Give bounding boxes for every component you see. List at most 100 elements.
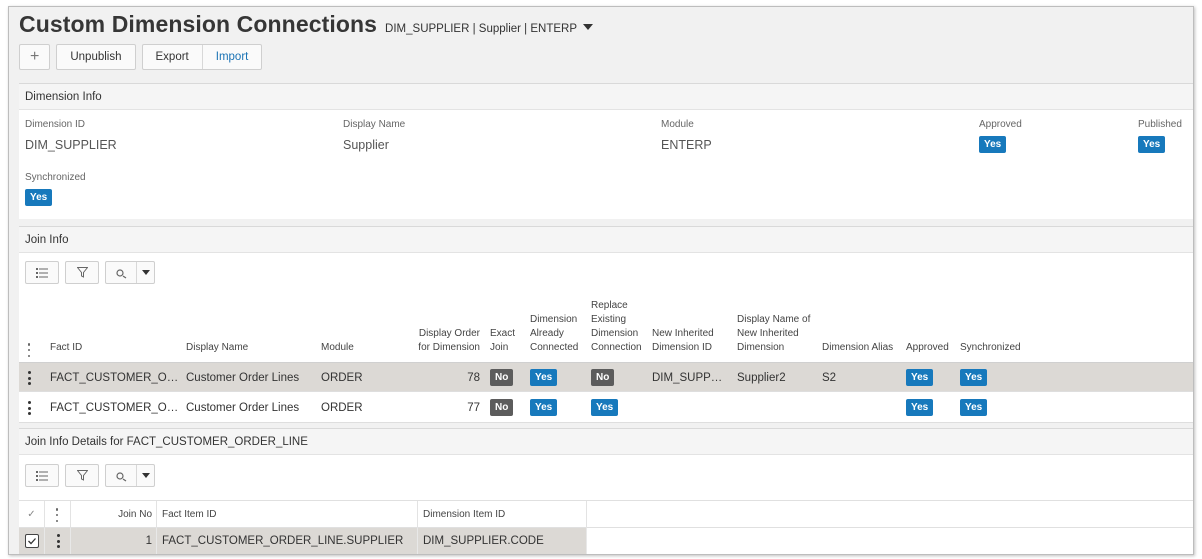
- cell-module: ORDER: [321, 402, 363, 414]
- cell-dim-alias: S2: [822, 372, 837, 384]
- row-menu-icon[interactable]: [27, 371, 31, 385]
- dimension-info-title: Dimension Info: [19, 84, 1193, 110]
- record-selector-label: DIM_SUPPLIER | Supplier | ENTERP: [385, 23, 577, 35]
- replace-badge: Yes: [591, 399, 619, 417]
- page-header: Custom Dimension Connections DIM_SUPPLIE…: [19, 11, 593, 38]
- cell-fact-id: FACT_CUSTOMER_ORDER_LINE: [50, 402, 180, 414]
- dim-connected-badge: Yes: [530, 399, 558, 417]
- module-value: ENTERP: [661, 138, 712, 152]
- col-synchronized[interactable]: Synchronized: [960, 341, 1021, 355]
- col-approved[interactable]: Approved: [906, 341, 949, 355]
- col-replace-line4: Connection: [591, 342, 642, 353]
- table-row[interactable]: 1 FACT_CUSTOMER_ORDER_LINE.SUPPLIER DIM_…: [19, 528, 1193, 554]
- synchronized-badge: Yes: [960, 399, 988, 417]
- col-new-inherited-id[interactable]: New Inherited Dimension ID: [652, 327, 714, 355]
- app-window: Custom Dimension Connections DIM_SUPPLIE…: [8, 6, 1194, 555]
- cell-new-inherited-name: [737, 393, 817, 423]
- cell-replace: No: [591, 363, 615, 393]
- settings-dropdown-button[interactable]: [136, 262, 154, 283]
- cell-display-name: Customer Order Lines: [186, 402, 300, 414]
- col-exact-join-line2: Join: [490, 342, 509, 353]
- display-name-value: Supplier: [343, 138, 389, 152]
- col-fact-item-id[interactable]: Fact Item ID: [157, 501, 418, 529]
- settings-button[interactable]: [106, 262, 136, 283]
- col-menu[interactable]: [45, 501, 71, 529]
- col-exact-join-line1: Exact: [490, 328, 516, 339]
- col-new-inherited-name[interactable]: Display Name of New Inherited Dimension: [737, 313, 810, 355]
- caret-down-icon[interactable]: [583, 24, 593, 30]
- settings-dropdown-button[interactable]: [136, 465, 154, 486]
- col-display-name[interactable]: Display Name: [186, 341, 248, 355]
- column-menu-icon[interactable]: [55, 508, 59, 522]
- col-replace-line3: Dimension: [591, 328, 639, 339]
- col-display-order[interactable]: Display Order for Dimension: [417, 327, 480, 355]
- approved-badge: Yes: [906, 369, 934, 387]
- dimension-id-value: DIM_SUPPLIER: [25, 138, 117, 152]
- published-field: Published Yes: [1138, 119, 1182, 153]
- row-menu-icon[interactable]: [27, 401, 31, 415]
- col-select-all[interactable]: ✓: [19, 501, 45, 529]
- col-fact-id[interactable]: Fact ID: [50, 341, 82, 355]
- exact-join-badge: No: [490, 369, 514, 387]
- list-view-button[interactable]: [25, 261, 59, 284]
- record-selector[interactable]: DIM_SUPPLIER | Supplier | ENTERP: [385, 23, 593, 35]
- row-menu[interactable]: [45, 528, 71, 554]
- filter-button[interactable]: [65, 464, 99, 487]
- filter-button[interactable]: [65, 261, 99, 284]
- list-icon: [36, 470, 48, 481]
- check-icon: [28, 538, 36, 545]
- unpublish-button[interactable]: Unpublish: [57, 45, 134, 69]
- replace-badge: No: [591, 369, 615, 387]
- approved-badge: Yes: [906, 399, 934, 417]
- col-replace-connection[interactable]: Replace Existing Dimension Connection: [591, 299, 642, 355]
- synchronized-field: Synchronized Yes: [25, 172, 86, 206]
- settings-button[interactable]: [106, 465, 136, 486]
- join-details-table-toolbar: [25, 464, 155, 487]
- row-select[interactable]: [19, 528, 45, 554]
- module-field: Module ENTERP: [661, 119, 712, 152]
- join-details-title: Join Info Details for FACT_CUSTOMER_ORDE…: [19, 429, 1193, 455]
- table-row[interactable]: FACT_CUSTOMER_ORDER_LINE Customer Order …: [19, 362, 1193, 392]
- cell-dimension-item-id: DIM_SUPPLIER.CODE: [418, 528, 587, 554]
- col-exact-join[interactable]: Exact Join: [490, 327, 515, 355]
- add-group: +: [19, 44, 51, 70]
- row-checkbox[interactable]: [25, 534, 39, 548]
- list-view-button[interactable]: [25, 464, 59, 487]
- column-menu-icon[interactable]: [27, 343, 31, 357]
- row-menu-icon[interactable]: [56, 534, 60, 548]
- cell-dim-alias: [822, 393, 892, 423]
- cell-fact-id: FACT_CUSTOMER_ORDER_LINE: [50, 372, 180, 384]
- cell-approved: Yes: [906, 363, 934, 393]
- published-label: Published: [1138, 119, 1182, 130]
- import-button[interactable]: Import: [201, 45, 262, 69]
- cell-approved: Yes: [906, 393, 934, 423]
- col-display-order-line2: for Dimension: [418, 342, 480, 353]
- page-title: Custom Dimension Connections: [19, 11, 378, 37]
- col-join-no[interactable]: Join No: [71, 501, 157, 529]
- display-name-field: Display Name Supplier: [343, 119, 405, 152]
- cell-dim-connected: Yes: [530, 393, 558, 423]
- col-dimension-item-id[interactable]: Dimension Item ID: [418, 501, 587, 529]
- synchronized-badge: Yes: [25, 189, 53, 206]
- col-dimension-alias[interactable]: Dimension Alias: [822, 341, 893, 355]
- table-row[interactable]: FACT_CUSTOMER_ORDER_LINE Customer Order …: [19, 393, 1193, 423]
- cell-new-inherited-name: Supplier2: [737, 372, 786, 384]
- col-new-inherited-line1: New Inherited: [652, 328, 714, 339]
- col-disp-new-line3: Dimension: [737, 342, 785, 353]
- published-badge: Yes: [1138, 136, 1166, 153]
- col-module[interactable]: Module: [321, 341, 354, 355]
- export-button[interactable]: Export: [143, 45, 202, 69]
- join-info-table-toolbar: [25, 261, 155, 284]
- add-button[interactable]: +: [20, 45, 49, 69]
- command-toolbar: + Unpublish Export Import: [19, 44, 263, 70]
- col-dim-connected-line1: Dimension: [530, 314, 578, 325]
- cell-join-no: 1: [71, 528, 157, 554]
- transfer-group: Export Import: [141, 44, 263, 70]
- cell-new-inherited-id: DIM_SUPPLIER2: [652, 372, 727, 384]
- cell-new-inherited-id: [652, 393, 727, 423]
- cell-synchronized: Yes: [960, 393, 988, 423]
- join-info-title: Join Info: [19, 227, 1193, 253]
- col-dim-connected-line2: Already: [530, 328, 564, 339]
- settings-split-button: [105, 261, 155, 284]
- col-dimension-connected[interactable]: Dimension Already Connected: [530, 313, 578, 355]
